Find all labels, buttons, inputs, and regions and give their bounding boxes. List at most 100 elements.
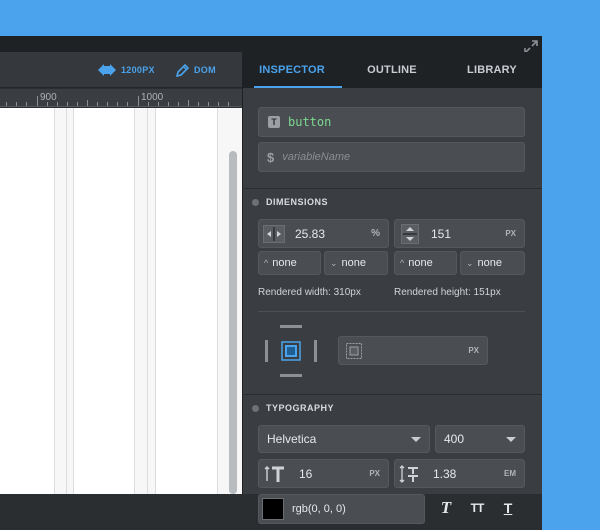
text-type-icon: T <box>268 116 280 128</box>
font-family-value: Helvetica <box>267 432 317 446</box>
max-width-field[interactable]: ⌄ none <box>324 251 388 275</box>
element-name-value: button <box>288 115 332 129</box>
ruler-tick <box>228 102 229 106</box>
grid-line <box>66 108 67 494</box>
height-icon <box>401 223 419 244</box>
section-toggle-icon <box>252 404 259 412</box>
grid-column <box>155 108 217 494</box>
padding-unit: PX <box>468 346 479 355</box>
max-icon: ⌄ <box>330 257 338 268</box>
font-size-icon <box>264 465 284 482</box>
breakpoint-width-label: 1200PX <box>121 65 155 75</box>
breakpoint-button[interactable]: 1200PX <box>98 63 155 77</box>
italic-icon[interactable]: T <box>437 497 455 519</box>
ruler-tick <box>178 102 179 106</box>
tab-inspector[interactable]: INSPECTOR <box>242 52 342 88</box>
grid-line <box>147 108 148 494</box>
line-height-value: 1.38 <box>433 466 457 481</box>
ruler-tick <box>37 96 38 106</box>
width-field[interactable]: 25.83 % <box>258 219 389 248</box>
color-value: rgb(0, 0, 0) <box>292 503 346 515</box>
ruler-tick <box>127 102 128 106</box>
height-value: 151 <box>431 226 452 241</box>
min-height-field[interactable]: ^ none <box>394 251 457 275</box>
ruler-tick <box>47 102 48 106</box>
tab-library[interactable]: LIBRARY <box>442 52 542 88</box>
grid-line <box>155 108 156 494</box>
ruler-tick <box>148 102 149 106</box>
dimensions-header[interactable]: DIMENSIONS <box>242 191 542 213</box>
width-unit: % <box>371 228 380 239</box>
variable-name-field[interactable]: $ variableName <box>258 142 525 172</box>
pencil-icon <box>176 63 189 77</box>
width-icon <box>263 224 285 243</box>
variable-name-placeholder: variableName <box>282 151 351 163</box>
typography-title: TYPOGRAPHY <box>266 403 335 413</box>
canvas-toolbar: 1200PX DOM <box>0 52 242 88</box>
line-height-icon <box>399 464 418 483</box>
tab-outline[interactable]: OUTLINE <box>342 52 442 88</box>
min-height-value: none <box>408 257 433 269</box>
grid-line <box>134 108 135 494</box>
padding-icon <box>346 342 362 359</box>
section-divider <box>242 188 542 189</box>
breakpoint-icon <box>98 64 116 76</box>
uppercase-icon[interactable]: TT <box>465 497 489 519</box>
ruler-tick <box>16 102 17 106</box>
ruler-tick <box>188 100 189 106</box>
grid-line <box>54 108 55 494</box>
max-width-value: none <box>341 257 367 269</box>
subsection-divider <box>258 311 525 312</box>
width-value: 25.83 <box>295 226 326 241</box>
horizontal-ruler: 900 1000 <box>0 89 242 107</box>
grid-column <box>0 108 54 494</box>
line-height-field[interactable]: 1.38 EM <box>394 459 525 488</box>
box-model-widget[interactable] <box>263 323 319 379</box>
color-swatch[interactable] <box>262 498 284 520</box>
height-unit: PX <box>505 229 516 238</box>
font-family-select[interactable]: Helvetica <box>258 425 430 453</box>
font-size-unit: PX <box>369 469 380 478</box>
chevron-down-icon <box>506 437 516 442</box>
max-height-field[interactable]: ⌄ none <box>460 251 525 275</box>
dimensions-title: DIMENSIONS <box>266 197 329 207</box>
height-field[interactable]: 151 PX <box>394 219 525 248</box>
ruler-tick <box>138 96 139 106</box>
min-width-field[interactable]: ^ none <box>258 251 321 275</box>
min-width-value: none <box>272 257 297 269</box>
chevron-down-icon <box>411 437 421 442</box>
dollar-icon: $ <box>267 149 275 165</box>
ruler-tick <box>158 102 159 106</box>
ruler-tick <box>87 100 88 106</box>
grid-line <box>217 108 218 494</box>
dom-button[interactable]: DOM <box>176 63 216 77</box>
text-color-field[interactable]: rgb(0, 0, 0) <box>258 494 425 524</box>
ruler-tick <box>97 102 98 106</box>
ruler-tick <box>26 102 27 106</box>
ruler-tick <box>117 102 118 106</box>
grid-column <box>74 108 134 494</box>
ruler-tick <box>77 102 78 106</box>
dom-label: DOM <box>194 65 216 75</box>
panel-tabs: INSPECTOR OUTLINE LIBRARY <box>242 52 542 88</box>
canvas-scrollbar[interactable] <box>229 151 237 494</box>
padding-field[interactable]: PX <box>338 336 488 365</box>
ruler-label-900: 900 <box>40 92 57 103</box>
rendered-height-label: Rendered height: 151px <box>394 287 501 298</box>
underline-icon[interactable]: T <box>499 497 517 519</box>
ruler-tick <box>198 102 199 106</box>
ruler-tick <box>67 102 68 106</box>
ruler-tick <box>57 102 58 106</box>
font-weight-value: 400 <box>444 432 465 446</box>
font-weight-select[interactable]: 400 <box>435 425 525 453</box>
font-size-field[interactable]: 16 PX <box>258 459 389 488</box>
design-canvas[interactable] <box>0 108 242 494</box>
ruler-label-1000: 1000 <box>141 92 164 103</box>
max-icon: ⌄ <box>466 257 474 268</box>
ruler-tick <box>218 102 219 106</box>
line-height-unit: EM <box>504 469 516 478</box>
element-name-field[interactable]: T button <box>258 107 525 137</box>
typography-header[interactable]: TYPOGRAPHY <box>242 397 542 419</box>
rendered-width-label: Rendered width: 310px <box>258 287 361 298</box>
ruler-tick <box>107 102 108 106</box>
